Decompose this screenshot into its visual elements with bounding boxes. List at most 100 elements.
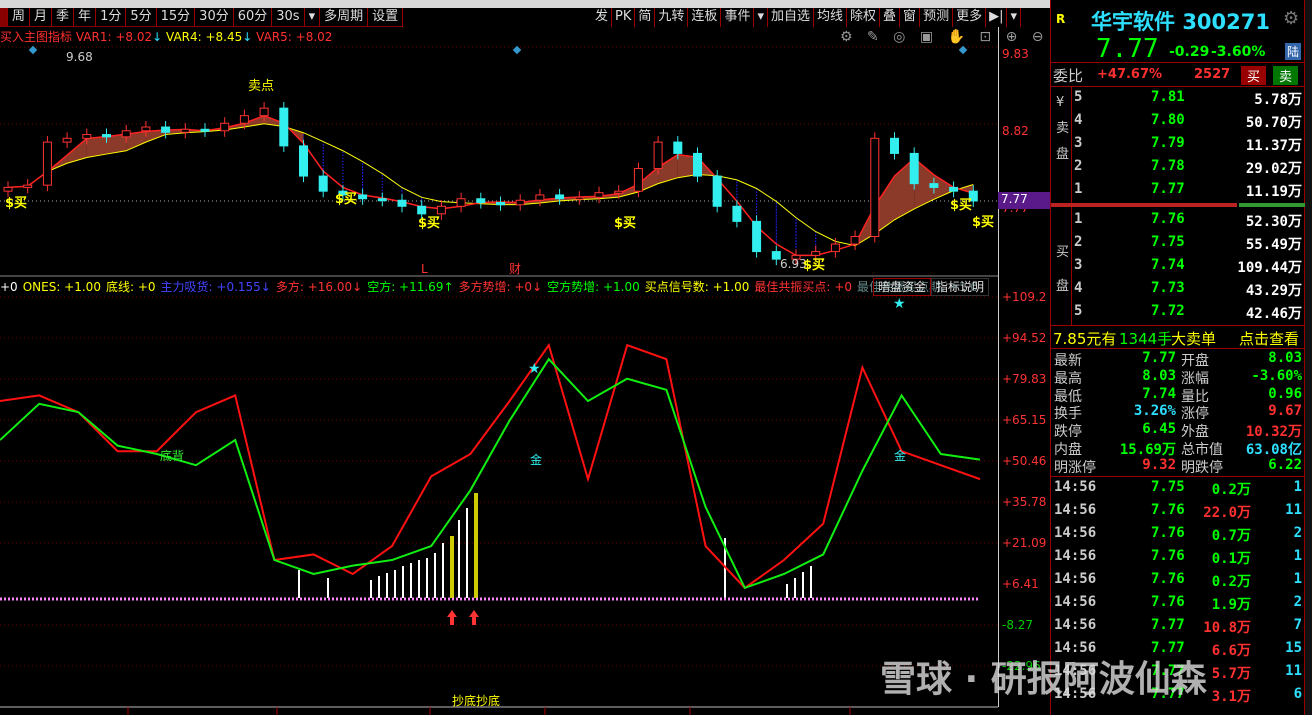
price-change: -0.29 (1169, 44, 1210, 60)
candle-body (161, 126, 171, 133)
candle-body (752, 220, 762, 253)
quote-panel: R 华宇软件 300271 ⚙ 7.77 -0.29 -3.60% 陆 委比 +… (1050, 0, 1306, 715)
ask-price: 7.80 (1151, 112, 1185, 128)
click-view-link[interactable]: 点击查看 (1239, 328, 1299, 349)
watermark: 雪球 · 研报阿波仙森 (880, 659, 1207, 700)
ask-row[interactable]: 4 7.80 50.70万 (1051, 112, 1306, 135)
buy-signal-label: $买 (418, 216, 440, 231)
buy-signal-label: $买 (335, 192, 357, 207)
tick-count: 15 (1285, 640, 1302, 656)
ask-row[interactable]: 1 7.77 11.19万 (1051, 181, 1306, 204)
ask-volume: 11.19万 (1245, 184, 1302, 200)
tick-row[interactable]: 14:56 7.77 10.8万 7 (1051, 617, 1306, 640)
signal-diamond (28, 45, 38, 55)
sub-indicator-value: 多方势增: +0↓ (458, 280, 543, 294)
sub-indicator-legend: +0 ONES: +1.00 底线: +0 主力吸货: +0.155↓ 多方: +16.… (0, 278, 983, 295)
bid-row[interactable]: 1 7.76 52.30万 (1051, 211, 1306, 234)
bid-price: 7.76 (1151, 211, 1185, 227)
candle-body (909, 152, 919, 185)
signal-bar (298, 570, 300, 598)
bid-volume: 55.49万 (1245, 237, 1302, 253)
tick-volume: 5.7万 (1211, 666, 1251, 682)
stat-value: 8.03 (1268, 350, 1302, 366)
sub-indicator-value: +0 (0, 280, 18, 294)
tick-volume: 3.1万 (1211, 689, 1251, 705)
indicator-axis-label: +21.09 (1002, 536, 1047, 550)
ma-ribbon (381, 172, 403, 203)
tick-row[interactable]: 14:56 7.76 0.7万 2 (1051, 525, 1306, 548)
candle-body (397, 199, 407, 207)
tick-row[interactable]: 14:56 7.76 1.9万 2 (1051, 594, 1306, 617)
buy-volume-bar (1051, 203, 1237, 207)
candle-body (496, 202, 505, 206)
bid-row[interactable]: 2 7.75 55.49万 (1051, 234, 1306, 257)
tick-count: 2 (1293, 525, 1302, 541)
candle-body (633, 168, 643, 192)
sub-indicator-value: 空方势增: +1.00 (547, 280, 640, 294)
buy-signal-label: $买 (972, 215, 994, 230)
tick-count: 2 (1293, 594, 1302, 610)
r-flag: R (1056, 12, 1066, 26)
stat-value: 8.03 (1142, 367, 1176, 384)
candle-body (515, 199, 525, 206)
divergence-label: 底背 (160, 448, 184, 463)
candle-body (555, 194, 565, 200)
tick-row[interactable]: 14:56 7.76 0.2万 1 (1051, 571, 1306, 594)
tick-price: 7.76 (1151, 502, 1185, 518)
candle-body (574, 196, 584, 200)
tick-price: 7.76 (1151, 525, 1185, 541)
bid-price: 7.73 (1151, 280, 1185, 296)
indicator-help-button[interactable]: 指标说明 (931, 278, 990, 296)
tick-count: 11 (1285, 663, 1302, 679)
pct-change: -3.60% (1211, 44, 1266, 60)
stat-value: 7.74 (1142, 385, 1176, 402)
buy-signal-label: $买 (950, 198, 972, 213)
tick-volume: 6.6万 (1211, 643, 1251, 659)
sell-button[interactable]: 卖 (1273, 66, 1299, 85)
tick-row[interactable]: 14:56 7.75 0.2万 1 (1051, 479, 1306, 502)
stat-value: 0.96 (1268, 385, 1302, 402)
bid-row[interactable]: 3 7.74 109.44万 (1051, 257, 1306, 280)
ask-volume: 29.02万 (1245, 161, 1302, 177)
level: 3 (1074, 257, 1083, 273)
bid-row[interactable]: 5 7.72 42.46万 (1051, 303, 1306, 326)
gear-icon[interactable]: ⚙ (1283, 8, 1299, 29)
price-axis-label: 8.82 (1002, 124, 1029, 138)
stat-value: -3.60% (1251, 367, 1302, 384)
stock-code: 300271 (1182, 10, 1270, 34)
ask-row[interactable]: 3 7.79 11.37万 (1051, 135, 1306, 158)
L-marker: L (421, 262, 428, 276)
tick-time: 14:56 (1054, 479, 1097, 495)
bid-price: 7.75 (1151, 234, 1185, 250)
candle-body (299, 145, 308, 177)
tick-price: 7.76 (1151, 594, 1185, 610)
sub-indicator-value: 买点信号数: +1.00 (644, 280, 750, 294)
candle-body (535, 194, 545, 201)
tick-row[interactable]: 14:56 7.76 22.0万 11 (1051, 502, 1306, 525)
ma-line-slow (7, 123, 974, 247)
tick-count: 6 (1293, 686, 1302, 702)
tick-volume: 1.9万 (1211, 597, 1251, 613)
candle-body (830, 243, 840, 253)
dark-fund-button[interactable]: 暗盘资金 (873, 278, 932, 296)
bid-row[interactable]: 4 7.73 43.29万 (1051, 280, 1306, 303)
kline-chart[interactable]: 9.686.93卖点$买 $买$买 $买$买$买$买L 财金 金底背★★抄底抄底 (0, 0, 998, 715)
candle-body (712, 175, 722, 207)
ask-row[interactable]: 2 7.78 29.02万 (1051, 158, 1306, 181)
up-arrow-icon (469, 610, 479, 625)
level: 1 (1074, 211, 1083, 227)
signal-bar (418, 560, 420, 598)
tick-row[interactable]: 14:56 7.76 0.1万 1 (1051, 548, 1306, 571)
ask-row[interactable]: 5 7.81 5.78万 (1051, 89, 1306, 112)
signal-bar (442, 543, 444, 598)
candle-body (82, 134, 92, 139)
wb-value: +47.67% (1097, 67, 1163, 82)
candle-body (811, 251, 821, 256)
toolbar-button[interactable]: ▾ (1007, 8, 1022, 27)
big-order-row[interactable]: 7.85元有 1344手 大卖单 点击查看 (1051, 325, 1306, 349)
bid-volume: 43.29万 (1245, 283, 1302, 299)
sub-indicator-value: ONES: +1.00 (22, 280, 101, 294)
buy-button[interactable]: 买 (1241, 66, 1267, 85)
side-scroll-strip[interactable] (1305, 0, 1312, 715)
high-label: 9.68 (66, 50, 93, 64)
